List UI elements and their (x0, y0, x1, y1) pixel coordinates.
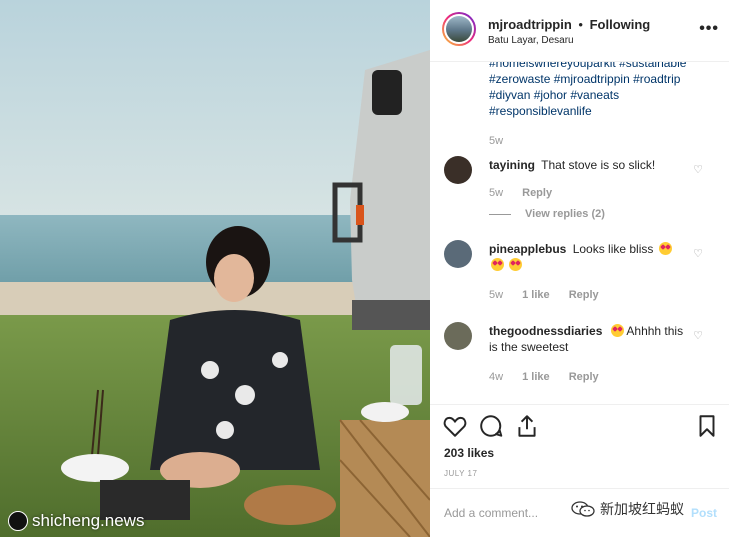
author-avatar[interactable] (442, 12, 476, 46)
post-header: mjroadtrippin • Following Batu Layar, De… (430, 0, 729, 62)
author-username[interactable]: mjroadtrippin (488, 17, 572, 32)
comment-likes[interactable]: 1 like (522, 371, 550, 383)
author-avatar-image (446, 16, 472, 42)
add-comment-input[interactable]: Add a comment... (444, 506, 538, 520)
reply-button[interactable]: Reply (569, 371, 599, 383)
follow-status[interactable]: Following (590, 17, 651, 32)
post-comment-button[interactable]: Post (691, 506, 717, 520)
bookmark-icon[interactable] (694, 413, 720, 439)
heart-eyes-emoji-icon (491, 258, 504, 271)
comment-bubble-icon[interactable] (478, 413, 504, 439)
hashtag-line[interactable]: #diyvan #johor #vaneats (489, 87, 714, 103)
header-user-line: mjroadtrippin • Following (488, 17, 650, 32)
more-horizontal-icon[interactable]: ••• (699, 20, 719, 38)
comment-meta: 5w 1 like Reply (489, 289, 615, 301)
comment-meta: 5w Reply (489, 187, 568, 199)
replies-line-divider (489, 213, 511, 215)
heart-eyes-emoji-icon (610, 324, 624, 337)
hashtag-line[interactable]: #homeiswhereyouparkit #sustainable (489, 62, 714, 71)
watermark-logo-icon (8, 511, 28, 531)
reply-button[interactable]: Reply (522, 187, 552, 199)
comment-text: thegoodnessdiaries Ahhhh this is the swe… (489, 323, 694, 355)
wechat-logo-icon (571, 501, 595, 517)
heart-icon[interactable]: ♡ (693, 329, 703, 342)
heart-eyes-emoji-icon (509, 258, 523, 271)
view-replies-label: View replies (2) (525, 208, 605, 220)
header-separator: • (578, 17, 583, 32)
comment-time: 5w (489, 289, 504, 301)
comment-time: 5w (489, 187, 504, 199)
view-replies-button[interactable]: View replies (2) (489, 208, 605, 220)
commenter-avatar[interactable] (444, 156, 472, 184)
comments-list[interactable]: #homeiswhereyouparkit #sustainable #zero… (430, 62, 729, 404)
post-side-panel: mjroadtrippin • Following Batu Layar, De… (430, 0, 729, 537)
caption-time: 5w (489, 135, 504, 147)
commenter-username[interactable]: tayining (489, 158, 535, 172)
share-icon[interactable] (514, 413, 540, 439)
watermark-right: 新加坡红蚂蚁 (566, 497, 688, 521)
likes-count[interactable]: 203 likes (444, 446, 494, 460)
like-heart-icon[interactable] (442, 413, 468, 439)
comment-text: tayining That stove is so slick! (489, 157, 694, 173)
heart-icon[interactable]: ♡ (693, 163, 703, 176)
comment-time: 4w (489, 371, 504, 383)
reply-button[interactable]: Reply (569, 289, 599, 301)
commenter-username[interactable]: thegoodnessdiaries (489, 324, 602, 338)
comment-meta: 4w 1 like Reply (489, 371, 615, 383)
watermark-left: shicheng.news (8, 511, 144, 531)
comment-likes[interactable]: 1 like (522, 289, 550, 301)
comment-body: Looks like bliss (572, 242, 654, 256)
post-photo[interactable]: shicheng.news (0, 0, 430, 537)
commenter-username[interactable]: pineapplebus (489, 242, 566, 256)
post-location[interactable]: Batu Layar, Desaru (488, 35, 574, 46)
heart-icon[interactable]: ♡ (693, 247, 703, 260)
comment-text: pineapplebus Looks like bliss (489, 241, 694, 273)
commenter-avatar[interactable] (444, 240, 472, 268)
post-actions: 203 likes JULY 17 (430, 404, 729, 488)
comment-body: That stove is so slick! (541, 158, 656, 172)
post-date: JULY 17 (444, 469, 478, 478)
watermark-right-text: 新加坡红蚂蚁 (600, 501, 684, 517)
add-comment-bar: Add a comment... Post 新加坡红蚂蚁 (430, 488, 729, 537)
hashtag-line[interactable]: #responsiblevanlife (489, 103, 714, 119)
caption-hashtags: #homeiswhereyouparkit #sustainable #zero… (489, 62, 714, 119)
commenter-avatar[interactable] (444, 322, 472, 350)
heart-eyes-emoji-icon (658, 242, 672, 255)
photo-illustration (0, 0, 430, 537)
watermark-left-text: shicheng.news (32, 511, 145, 530)
hashtag-line[interactable]: #zerowaste #mjroadtrippin #roadtrip (489, 71, 714, 87)
